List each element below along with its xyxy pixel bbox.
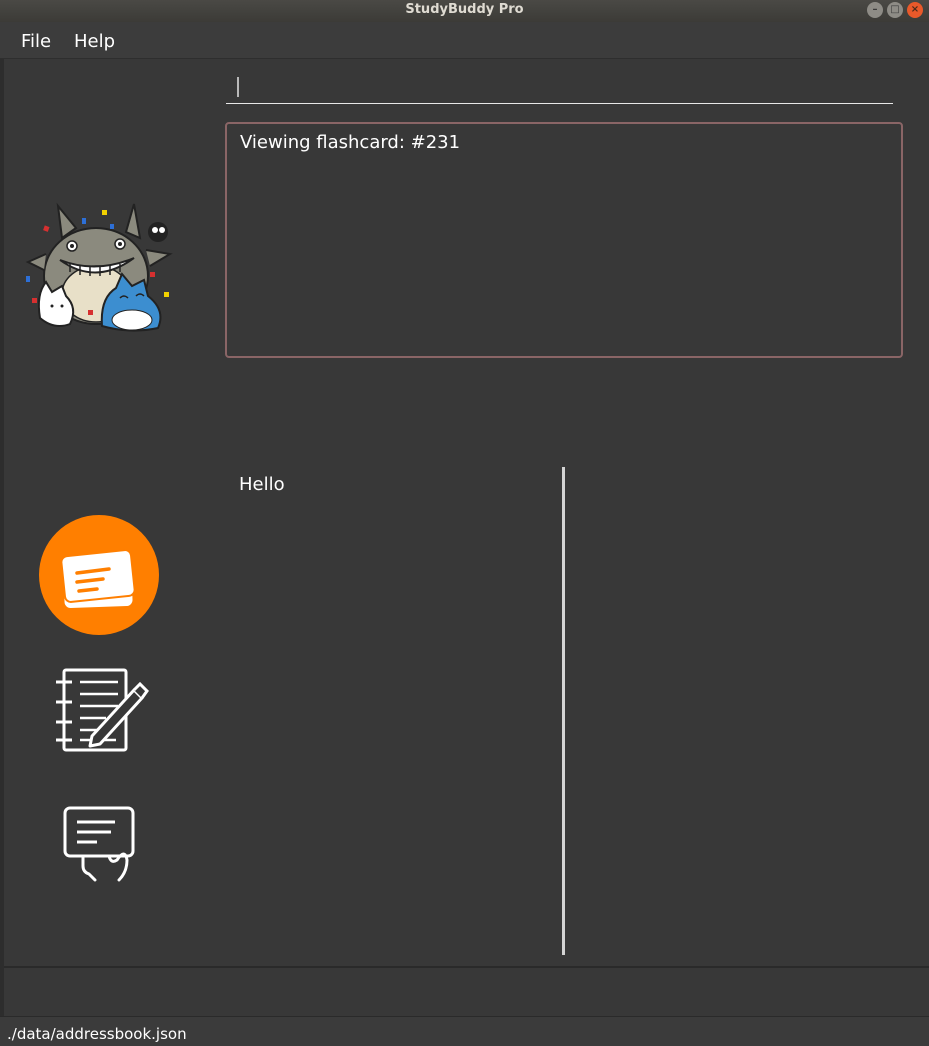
text-cursor — [237, 77, 239, 97]
command-input[interactable] — [226, 70, 893, 104]
card-divider — [562, 467, 565, 955]
mascot-logo — [25, 202, 173, 332]
nav-quiz-button[interactable] — [55, 800, 145, 890]
window-left-edge — [0, 59, 4, 1016]
notes-icon — [56, 668, 149, 752]
result-display: Viewing flashcard: #231 — [225, 122, 903, 358]
quiz-icon — [63, 806, 135, 882]
status-file-path: ./data/addressbook.json — [7, 1025, 187, 1043]
menu-help[interactable]: Help — [74, 31, 115, 52]
minimize-button[interactable]: – — [867, 2, 883, 18]
menu-bar: File Help — [0, 22, 929, 59]
status-bar: ./data/addressbook.json — [0, 1016, 929, 1046]
flashcard-question: Hello — [239, 474, 285, 495]
title-bar: StudyBuddy Pro – □ × — [0, 0, 929, 22]
flashcards-icon — [60, 549, 136, 608]
nav-notes-button[interactable] — [50, 662, 150, 757]
close-button[interactable]: × — [907, 2, 923, 18]
window-title: StudyBuddy Pro — [405, 2, 524, 17]
result-text: Viewing flashcard: #231 — [240, 132, 461, 153]
maximize-button[interactable]: □ — [887, 2, 903, 18]
bottom-panel — [4, 966, 929, 1016]
menu-file[interactable]: File — [21, 31, 51, 52]
nav-flashcards-button[interactable] — [39, 515, 159, 635]
command-underline — [226, 103, 893, 104]
